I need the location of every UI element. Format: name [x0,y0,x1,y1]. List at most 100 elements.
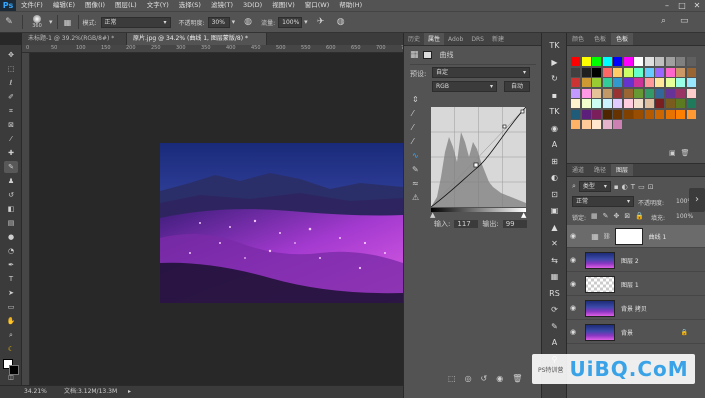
maximize-icon[interactable]: □ [675,0,689,11]
panel-shortcut-icon[interactable]: TK [547,39,562,52]
color-swatch[interactable] [634,67,643,77]
panel-shortcut-icon[interactable]: ⊞ [547,155,562,168]
swatches-grid[interactable] [571,57,697,157]
layers-tab[interactable]: 路径 [589,164,611,176]
panel-shortcut-icon[interactable]: ▦ [547,270,562,283]
color-swatch[interactable] [676,88,685,98]
filter-smart-icon[interactable]: ⊡ [648,183,654,191]
visibility-eye-icon[interactable]: ◉ [567,256,579,264]
filter-kind-dropdown[interactable]: 类型 ▾ [578,181,611,192]
visibility-eye-icon[interactable]: ◉ [567,280,579,288]
color-swatch[interactable] [592,99,601,108]
color-swatch[interactable] [571,67,580,77]
banana-icon[interactable]: ☾ [4,343,18,355]
channel-dropdown[interactable]: RGB ▾ [432,81,497,92]
color-swatch[interactable] [581,57,591,66]
stamp-tool-icon[interactable]: ♟ [4,175,18,187]
color-swatch[interactable] [602,99,612,108]
properties-tab[interactable]: 历史 [404,33,424,45]
color-swatch[interactable] [571,57,580,66]
visibility-icon[interactable]: ◉ [496,374,503,383]
lock-artboard-icon[interactable]: ⊠ [624,212,630,220]
pressure-opacity-icon[interactable]: ◍ [241,17,255,27]
menu-item[interactable]: 图像(I) [80,0,110,11]
swatches-tab[interactable]: 颜色 [567,33,589,45]
color-swatch[interactable] [602,57,612,66]
document-image[interactable] [160,143,403,303]
color-swatch[interactable] [613,120,622,129]
color-swatch[interactable] [581,78,591,87]
shape-tool-icon[interactable]: ▭ [4,301,18,313]
quick-mask-icon[interactable]: ◫ [4,371,18,383]
color-swatch[interactable] [634,109,643,119]
zoom-level[interactable]: 34.21% [24,386,47,398]
layer-thumbnail[interactable] [585,275,615,293]
color-swatch[interactable] [665,99,675,108]
layer-mask-thumbnail[interactable] [614,227,643,245]
layer-thumbnail[interactable] [585,299,615,317]
new-swatch-icon[interactable]: ▣ [669,149,676,157]
auto-button[interactable]: 自动 [504,81,530,92]
path-select-icon[interactable]: ➤ [4,287,18,299]
layer-row[interactable]: ◉ 背景 拷贝 [567,297,705,320]
color-swatch[interactable] [623,67,633,77]
brush-tool-icon[interactable]: ✎ [0,17,18,27]
lock-transparent-icon[interactable]: ▦ [591,212,598,220]
swatches-tab[interactable]: 色板 [611,33,634,45]
mask-icon[interactable] [422,51,432,59]
color-swatch[interactable] [592,67,601,77]
type-tool-icon[interactable]: T [4,273,18,285]
output-field[interactable]: 99 [502,220,527,228]
menu-item[interactable]: 窗口(W) [300,0,335,11]
search-icon[interactable]: ⌕ [661,16,673,26]
color-swatch[interactable] [613,99,622,108]
color-swatch[interactable] [623,99,633,108]
color-swatch[interactable] [581,120,591,129]
crop-tool-icon[interactable]: ⌗ [4,105,18,117]
panel-shortcut-icon[interactable]: ◐ [547,171,562,184]
document-tab[interactable]: 未标题-1 @ 39.2%(RGB/8#) * [22,33,127,45]
black-slider-icon[interactable]: ▲ [430,211,435,219]
color-swatch[interactable] [634,78,643,87]
brush-preset-picker[interactable]: 360 [27,15,47,29]
minimize-icon[interactable]: – [660,0,674,11]
color-swatch[interactable] [655,99,664,108]
layer-row[interactable]: ◉ 图层 1 [567,273,705,296]
panel-shortcut-icon[interactable]: A [547,138,562,151]
pencil-curve-icon[interactable]: ✎ [412,165,419,174]
swatches-tab[interactable]: 色板 [589,33,611,45]
menu-item[interactable]: 编辑(E) [48,0,80,11]
status-arrow-icon[interactable]: ▸ [128,386,131,398]
filter-type-icon[interactable]: T [631,183,635,191]
airbrush-icon[interactable]: ✈ [314,17,328,27]
quick-select-tool-icon[interactable]: ✐ [4,91,18,103]
color-swatch[interactable] [676,57,685,66]
color-swatch[interactable] [686,109,696,119]
properties-tab[interactable]: DRS [467,33,488,45]
panel-shortcut-icon[interactable]: ⊡ [547,188,562,201]
color-swatch[interactable] [613,78,622,87]
color-swatch[interactable] [571,120,580,129]
preset-dropdown[interactable]: 自定 ▾ [432,67,530,78]
document-tab-active[interactable]: 原片.jpg @ 34.2% (曲线 1, 图层蒙版/8) * [127,33,267,45]
black-point-eyedropper-icon[interactable]: ⁄ [412,109,419,118]
trash-icon[interactable]: 🗑 [681,149,690,157]
layer-name[interactable]: 图层 1 [621,280,639,289]
color-swatch[interactable] [676,109,685,119]
menu-item[interactable]: 帮助(H) [334,0,367,11]
layer-name[interactable]: 图层 2 [621,256,639,265]
panel-expand-arrow-icon[interactable]: › [689,188,705,212]
flow-field[interactable]: 100% [278,16,303,28]
filter-shape-icon[interactable]: ▭ [638,183,645,191]
layers-tab[interactable]: 通道 [567,164,589,176]
close-icon[interactable]: ✕ [690,0,704,11]
color-swatch[interactable] [602,120,612,129]
color-swatch[interactable] [581,67,591,77]
color-swatch[interactable] [592,78,601,87]
move-tool-icon[interactable]: ✥ [4,49,18,61]
visibility-eye-icon[interactable]: ◉ [567,328,579,336]
on-image-adjust-icon[interactable]: ⇕ [412,95,419,104]
history-brush-icon[interactable]: ↺ [4,189,18,201]
color-swatch[interactable] [602,109,612,119]
color-swatch[interactable] [686,57,696,66]
